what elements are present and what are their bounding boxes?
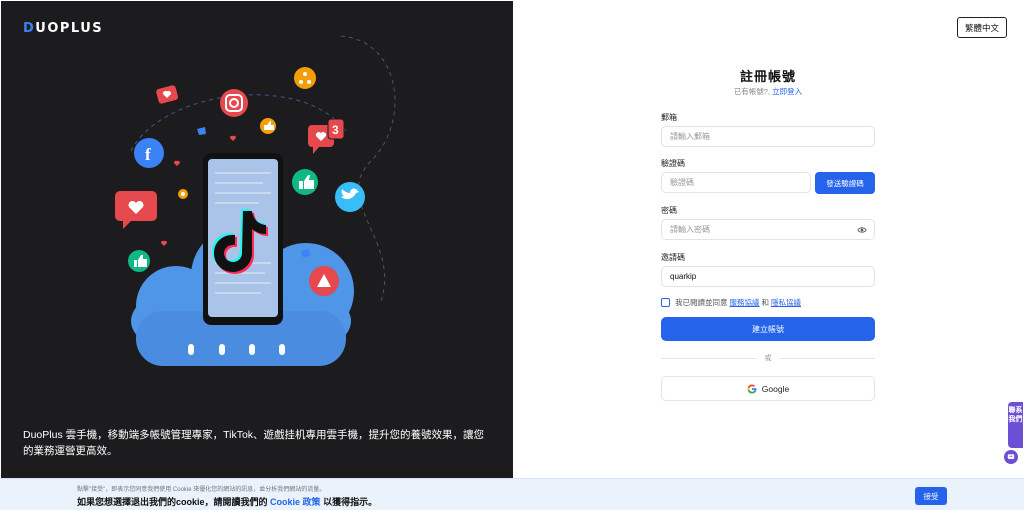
twitter-icon — [335, 182, 365, 212]
language-button[interactable]: 繁體中文 — [957, 17, 1007, 38]
cookie-optout-text: 如果您想選擇退出我們的cookie，請閱讀我們的 Cookie 政策 以獲得指示… — [77, 497, 378, 507]
login-link[interactable]: 立即登入 — [772, 87, 802, 96]
terms-link[interactable]: 服務協議 — [730, 297, 760, 308]
create-account-button[interactable]: 建立帳號 — [661, 317, 875, 341]
svg-text:f: f — [145, 145, 151, 164]
cookie-policy-link[interactable]: Cookie 政策 — [270, 497, 321, 507]
privacy-link[interactable]: 隱私協議 — [771, 297, 801, 308]
google-signin-button[interactable]: Google — [661, 376, 875, 401]
contact-us-tab[interactable]: 聯系我們 — [1008, 402, 1023, 448]
notification-count: 3 — [332, 123, 339, 137]
accept-cookies-button[interactable]: 接受 — [915, 487, 947, 505]
hero-panel: DUOPLUS f 3 DuoPlus 雲手機，移動端多帳號管理專家，TikTo… — [1, 1, 513, 478]
eye-icon[interactable] — [857, 225, 867, 235]
tagline: DuoPlus 雲手機，移動端多帳號管理專家，TikTok、遊戲挂机專用雲手機，… — [23, 429, 485, 457]
share-icon — [294, 67, 316, 89]
agreement-row: 我已閱讀並同意 服務協議 和 隱私協議 — [661, 297, 803, 308]
code-field[interactable]: 驗證碼 — [661, 172, 811, 193]
chat-bubble-icon[interactable] — [1004, 450, 1018, 464]
like-icon-bottom — [128, 250, 150, 272]
hero-illustration: f 3 — [115, 35, 396, 366]
login-prompt: 已有帳號?, 立即登入 — [733, 87, 803, 96]
instagram-icon — [220, 89, 248, 117]
send-code-button[interactable]: 發送驗證碼 — [815, 172, 875, 194]
agree-checkbox[interactable] — [661, 298, 670, 307]
like-icon-small — [260, 118, 276, 134]
email-label: 郵箱 — [661, 113, 677, 122]
heart-chat-icon-top — [156, 85, 179, 104]
google-icon — [747, 384, 757, 393]
play-icon — [309, 266, 339, 296]
code-label: 驗證碼 — [661, 159, 685, 168]
or-divider: 或 — [661, 353, 875, 363]
cookie-notice: 點擊"接受"，即表示您同意我們使用 Cookie 來優化您的網站的訊息，並分析我… — [77, 487, 326, 493]
heart-chat-icon-left — [115, 191, 157, 229]
invite-label: 邀請碼 — [661, 253, 685, 262]
facebook-icon: f — [134, 138, 164, 168]
password-field[interactable]: 請輸入密碼 — [661, 219, 875, 240]
register-panel: 繁體中文 註冊帳號 已有帳號?, 立即登入 郵箱 請輸入郵箱 驗證碼 驗證碼 發… — [513, 1, 1023, 478]
email-field[interactable]: 請輸入郵箱 — [661, 126, 875, 147]
like-icon-green — [292, 169, 318, 195]
page-title: 註冊帳號 — [739, 69, 796, 84]
sparkle-icon — [178, 189, 188, 199]
password-label: 密碼 — [661, 206, 677, 215]
cookie-banner: 點擊"接受"，即表示您同意我們使用 Cookie 來優化您的網站的訊息，並分析我… — [0, 478, 1024, 510]
invite-code-field[interactable]: quarkip — [661, 266, 875, 287]
